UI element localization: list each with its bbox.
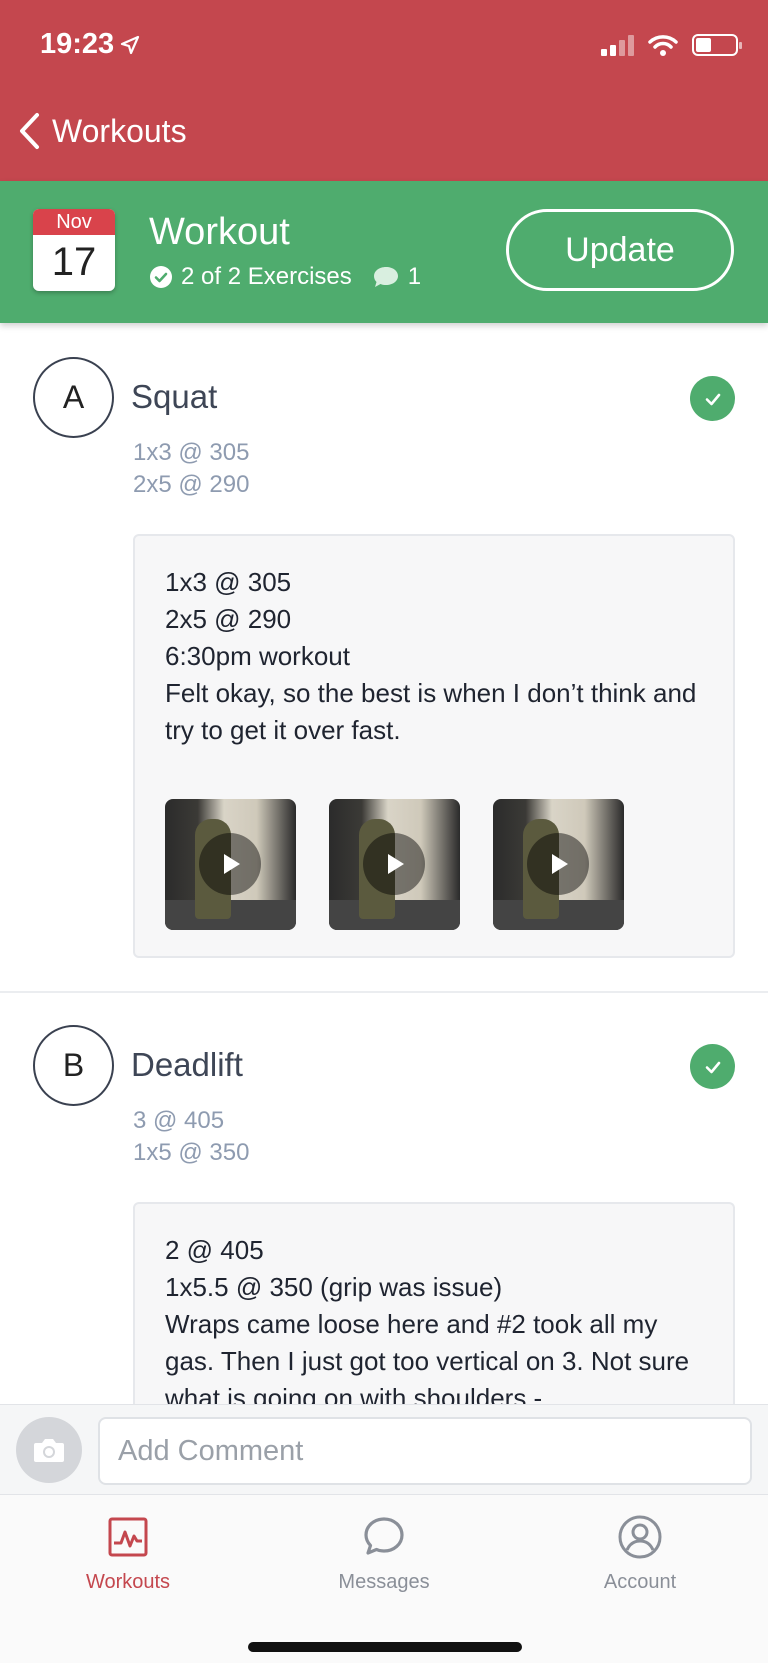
camera-icon <box>34 1439 64 1462</box>
tab-workouts[interactable]: Workouts <box>48 1511 208 1594</box>
person-circle-icon <box>618 1515 662 1559</box>
bottom-tab-bar: Workouts Messages Account <box>0 1494 768 1663</box>
top-header: 19:23 Workouts <box>0 0 768 181</box>
chart-icon <box>108 1517 148 1557</box>
play-icon <box>224 854 240 874</box>
tab-label: Account <box>603 1571 677 1593</box>
battery-icon <box>692 34 742 56</box>
update-button[interactable]: Update <box>506 209 734 291</box>
play-icon <box>388 854 404 874</box>
add-comment-input[interactable] <box>98 1417 752 1485</box>
chevron-left-icon <box>20 113 39 149</box>
chat-bubble-icon <box>364 1517 404 1555</box>
status-icons <box>601 34 742 56</box>
note-line: Felt okay, so the best is when I don’t t… <box>165 678 697 745</box>
calendar-day: 17 <box>51 240 97 284</box>
set-line: 1x5 @ 350 <box>133 1139 250 1166</box>
note-line: Wraps came loose here and #2 took all my… <box>165 1309 690 1404</box>
back-button[interactable]: Workouts <box>18 112 187 150</box>
calendar-month: Nov <box>33 209 115 235</box>
note-line: 6:30pm workout <box>165 641 350 671</box>
exercises-done-count: 2 of 2 Exercises <box>181 263 352 290</box>
note-line: 2x5 @ 290 <box>165 604 292 634</box>
note-line: 1x5.5 @ 350 (grip was issue) <box>165 1272 503 1302</box>
set-line: 3 @ 405 <box>133 1107 225 1134</box>
status-time: 19:23 <box>40 28 140 61</box>
cellular-signal-icon <box>601 34 634 56</box>
set-line: 2x5 @ 290 <box>133 471 250 498</box>
checkmark-icon <box>705 1061 720 1073</box>
video-thumbnail[interactable] <box>493 799 624 930</box>
play-icon <box>552 854 568 874</box>
back-label: Workouts <box>52 112 187 149</box>
exercise-prescribed-sets: 1x3 @ 305 2x5 @ 290 <box>133 437 249 501</box>
exercise-name[interactable]: Deadlift <box>131 1046 243 1084</box>
exercise-result-note[interactable]: 1x3 @ 305 2x5 @ 290 6:30pm workout Felt … <box>133 534 735 958</box>
calendar-date-icon: Nov 17 <box>33 209 115 291</box>
note-line: 2 @ 405 <box>165 1235 264 1265</box>
location-arrow-icon <box>121 35 140 54</box>
video-thumbnail[interactable] <box>329 799 460 930</box>
exercise-divider <box>0 991 768 993</box>
workout-meta: 2 of 2 Exercises 1 <box>149 263 421 291</box>
exercise-letter-badge: A <box>33 357 114 438</box>
comment-bubble-icon <box>373 267 398 287</box>
exercise-letter-badge: B <box>33 1025 114 1106</box>
comments-count: 1 <box>407 263 422 290</box>
exercise-result-note[interactable]: 2 @ 405 1x5.5 @ 350 (grip was issue) Wra… <box>133 1202 735 1404</box>
tab-account[interactable]: Account <box>560 1511 720 1594</box>
checkmark-icon <box>705 393 720 405</box>
workout-summary-bar: Nov 17 Workout 2 of 2 Exercises 1 Update <box>0 181 768 323</box>
video-thumbnails <box>165 799 703 930</box>
tab-label: Messages <box>338 1571 430 1593</box>
wifi-icon <box>648 35 678 56</box>
exercise-complete-check[interactable] <box>690 376 735 421</box>
set-line: 1x3 @ 305 <box>133 439 250 466</box>
home-indicator[interactable] <box>248 1642 522 1652</box>
exercise-prescribed-sets: 3 @ 405 1x5 @ 350 <box>133 1105 249 1169</box>
workout-title: Workout <box>149 211 290 253</box>
video-thumbnail[interactable] <box>165 799 296 930</box>
tab-label: Workouts <box>85 1571 171 1593</box>
comment-bar <box>0 1404 768 1494</box>
check-circle-icon <box>150 266 172 288</box>
workout-detail-screen: 19:23 Workouts Nov 17 Workout 2 of 2 Exe… <box>0 0 768 1663</box>
note-line: 1x3 @ 305 <box>165 567 292 597</box>
exercise-complete-check[interactable] <box>690 1044 735 1089</box>
camera-button[interactable] <box>16 1417 82 1483</box>
exercise-name[interactable]: Squat <box>131 378 217 416</box>
tab-messages[interactable]: Messages <box>304 1511 464 1594</box>
